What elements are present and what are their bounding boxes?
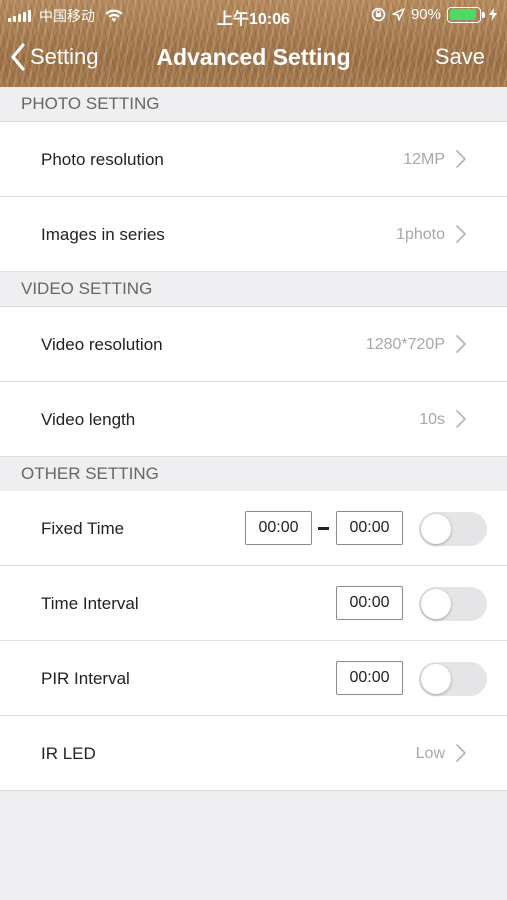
row-video-resolution[interactable]: Video resolution 1280*720P xyxy=(0,307,507,382)
time-interval-input[interactable]: 00:00 xyxy=(336,586,403,620)
row-fixed-time: Fixed Time 00:00 00:00 xyxy=(0,491,507,566)
battery-level xyxy=(449,9,476,20)
location-arrow-icon xyxy=(392,8,405,21)
row-label: Time Interval xyxy=(41,593,139,613)
back-button[interactable]: Setting xyxy=(10,40,99,74)
status-right: 90% xyxy=(371,6,497,23)
fixed-time-start-input[interactable]: 00:00 xyxy=(245,511,312,545)
toggle-knob xyxy=(421,664,451,694)
header: 中国移动 上午10:06 90% Setting Advanced Settin… xyxy=(0,0,507,87)
row-value: Low xyxy=(415,744,445,762)
chevron-right-icon xyxy=(456,744,466,762)
chevron-right-icon xyxy=(456,225,466,243)
pir-interval-toggle[interactable] xyxy=(419,662,487,696)
row-time-interval: Time Interval 00:00 xyxy=(0,566,507,641)
save-button[interactable]: Save xyxy=(435,44,485,70)
row-label: Fixed Time xyxy=(41,518,125,538)
chevron-right-icon xyxy=(456,410,466,428)
section-header-photo: PHOTO SETTING xyxy=(0,87,507,122)
back-button-label: Setting xyxy=(30,44,99,69)
battery-percent: 90% xyxy=(410,6,441,23)
row-label: PIR Interval xyxy=(41,668,130,688)
section-header-video: VIDEO SETTING xyxy=(0,272,507,307)
toggle-knob xyxy=(421,514,451,544)
chevron-right-icon xyxy=(456,150,466,168)
row-images-in-series[interactable]: Images in series 1photo xyxy=(0,197,507,272)
row-label: Photo resolution xyxy=(41,149,164,169)
time-interval-toggle[interactable] xyxy=(419,587,487,621)
row-video-length[interactable]: Video length 10s xyxy=(0,382,507,457)
battery-icon xyxy=(447,6,485,23)
row-value: 1280*720P xyxy=(365,335,445,353)
row-label: IR LED xyxy=(41,743,96,763)
section-header-other: OTHER SETTING xyxy=(0,457,507,492)
range-dash xyxy=(318,527,329,530)
row-ir-led[interactable]: IR LED Low xyxy=(0,716,507,791)
row-label: Video resolution xyxy=(41,334,163,354)
chevron-right-icon xyxy=(456,335,466,353)
row-value: 12MP xyxy=(403,150,445,168)
pir-interval-input[interactable]: 00:00 xyxy=(336,661,403,695)
orientation-lock-icon xyxy=(371,7,386,22)
row-photo-resolution[interactable]: Photo resolution 12MP xyxy=(0,122,507,197)
fixed-time-end-input[interactable]: 00:00 xyxy=(336,511,403,545)
status-bar: 中国移动 上午10:06 90% xyxy=(0,0,507,30)
row-pir-interval: PIR Interval 00:00 xyxy=(0,641,507,716)
charging-bolt-icon xyxy=(489,8,497,21)
row-label: Video length xyxy=(41,409,136,429)
fixed-time-toggle[interactable] xyxy=(419,512,487,546)
row-value: 10s xyxy=(419,410,445,428)
row-label: Images in series xyxy=(41,224,165,244)
row-value: 1photo xyxy=(396,225,445,243)
chevron-left-icon xyxy=(11,43,25,71)
toggle-knob xyxy=(421,589,451,619)
